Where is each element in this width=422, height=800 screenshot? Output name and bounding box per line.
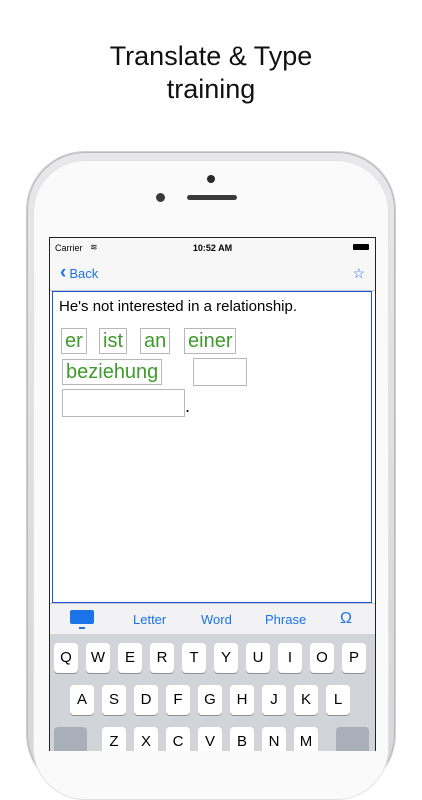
- key-c[interactable]: C: [166, 727, 190, 751]
- back-button[interactable]: ‹ Back: [60, 262, 99, 283]
- phrase-hint-button[interactable]: Phrase: [265, 612, 306, 627]
- headline-line-2: training: [166, 74, 256, 104]
- key-o[interactable]: O: [310, 643, 334, 673]
- key-x[interactable]: X: [134, 727, 158, 751]
- source-sentence: He's not interested in a relationship.: [59, 298, 298, 315]
- keyboard: Q W E R T Y U I O P A S D F G H J K L Z …: [50, 634, 375, 751]
- key-m[interactable]: M: [294, 727, 318, 751]
- key-u[interactable]: U: [246, 643, 270, 673]
- key-s[interactable]: S: [102, 685, 126, 715]
- answer-word[interactable]: er: [61, 328, 87, 354]
- delete-key[interactable]: [336, 727, 369, 751]
- answer-word[interactable]: einer: [184, 328, 237, 354]
- answer-blank-input[interactable]: [193, 358, 247, 386]
- key-a[interactable]: A: [70, 685, 94, 715]
- key-k[interactable]: K: [294, 685, 318, 715]
- status-bar: Carrier ≋ 10:52 AM: [50, 238, 375, 258]
- answer-word[interactable]: beziehung: [62, 359, 163, 385]
- key-h[interactable]: H: [230, 685, 254, 715]
- key-e[interactable]: E: [118, 643, 142, 673]
- answer-word[interactable]: ist: [99, 328, 127, 354]
- status-time: 10:52 AM: [192, 243, 233, 253]
- shift-key[interactable]: [54, 727, 87, 751]
- exercise-panel: He's not interested in a relationship. e…: [52, 291, 372, 603]
- key-l[interactable]: L: [326, 685, 350, 715]
- navigation-bar: ‹ Back ☆: [50, 258, 375, 291]
- key-n[interactable]: N: [262, 727, 286, 751]
- chevron-left-icon: ‹: [60, 262, 67, 283]
- answer-blank-input[interactable]: [62, 389, 185, 417]
- key-b[interactable]: B: [230, 727, 254, 751]
- key-f[interactable]: F: [166, 685, 190, 715]
- earpiece-speaker: [187, 195, 237, 200]
- key-z[interactable]: Z: [102, 727, 126, 751]
- key-q[interactable]: Q: [54, 643, 78, 673]
- key-d[interactable]: D: [134, 685, 158, 715]
- back-label: Back: [69, 265, 99, 281]
- key-p[interactable]: P: [342, 643, 366, 673]
- sentence-period: .: [185, 396, 191, 416]
- front-camera: [156, 193, 165, 202]
- key-i[interactable]: I: [278, 643, 302, 673]
- word-hint-button[interactable]: Word: [201, 612, 232, 627]
- key-j[interactable]: J: [262, 685, 286, 715]
- letter-hint-button[interactable]: Letter: [133, 612, 166, 627]
- key-w[interactable]: W: [86, 643, 110, 673]
- audio-icon[interactable]: Ω: [340, 610, 352, 628]
- answer-word[interactable]: an: [140, 328, 171, 354]
- keyboard-toolbar: Letter Word Phrase Ω: [50, 603, 375, 634]
- star-icon[interactable]: ☆: [352, 265, 365, 282]
- key-v[interactable]: V: [198, 727, 222, 751]
- key-r[interactable]: R: [150, 643, 174, 673]
- headline: Translate & Type training: [0, 40, 422, 106]
- headline-line-1: Translate & Type: [109, 41, 313, 71]
- proximity-sensor: [207, 175, 215, 183]
- keyboard-icon[interactable]: [70, 610, 94, 629]
- battery-icon: [353, 244, 369, 250]
- phone-screen: Carrier ≋ 10:52 AM ‹ Back ☆ He's not int…: [49, 237, 376, 751]
- key-y[interactable]: Y: [214, 643, 238, 673]
- key-t[interactable]: T: [182, 643, 206, 673]
- key-g[interactable]: G: [198, 685, 222, 715]
